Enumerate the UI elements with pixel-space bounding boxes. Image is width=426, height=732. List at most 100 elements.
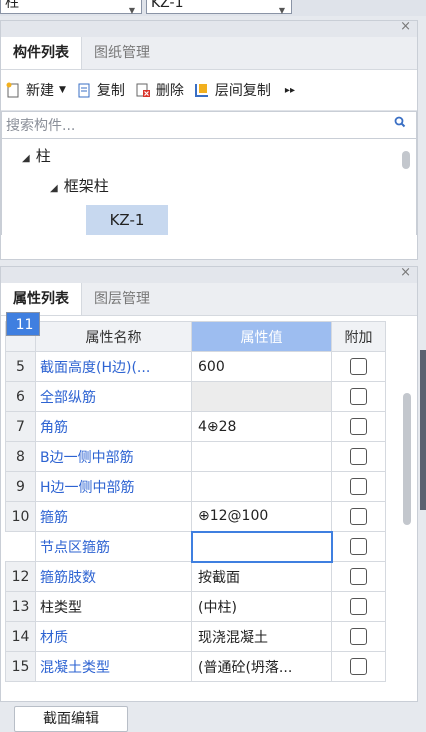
search-icon[interactable] [394, 116, 406, 130]
property-name: 箍筋肢数 [35, 561, 192, 592]
close-icon[interactable]: × [400, 265, 411, 280]
property-value[interactable]: 现浇混凝土 [191, 621, 332, 652]
toolbar-overflow-button[interactable]: ▸▸ [285, 85, 295, 96]
chevron-down-icon: ▼ [59, 85, 66, 95]
property-scrollbar[interactable] [403, 393, 411, 525]
extra-checkbox[interactable] [350, 358, 367, 375]
property-table-header: 属性名称 属性值 附加 [5, 321, 386, 352]
row-index: 14 [5, 621, 36, 652]
extra-cell [331, 531, 386, 562]
property-value[interactable] [190, 530, 333, 563]
copy-button[interactable]: 复制 [76, 80, 125, 100]
property-name: 混凝土类型 [35, 651, 192, 682]
copy-button-label: 复制 [96, 83, 125, 99]
property-value[interactable] [191, 441, 332, 472]
property-value[interactable]: (中柱) [191, 591, 332, 622]
search-input[interactable]: 搜索构件... [1, 111, 417, 139]
extra-checkbox[interactable] [350, 448, 367, 465]
extra-checkbox[interactable] [350, 508, 367, 525]
header-property-name[interactable]: 属性名称 [35, 321, 192, 352]
table-row[interactable]: 9 H边一侧中部筋 [5, 471, 386, 502]
property-name: 材质 [35, 621, 192, 652]
extra-checkbox[interactable] [350, 478, 367, 495]
property-value[interactable] [191, 471, 332, 502]
extra-checkbox[interactable] [350, 628, 367, 645]
property-value[interactable]: (普通砼(坍落... [191, 651, 332, 682]
category-select[interactable]: 柱 ▼ [0, 0, 142, 15]
row-index: 12 [5, 561, 36, 592]
chevron-down-icon: ▼ [128, 6, 135, 15]
expand-triangle-icon[interactable]: ◢ [50, 183, 58, 194]
property-name: 柱类型 [35, 591, 192, 622]
table-row[interactable]: 12 箍筋肢数 按截面 [5, 561, 386, 592]
property-name: 截面高度(H边)(... [35, 351, 192, 382]
search-placeholder: 搜索构件... [6, 118, 76, 134]
tree-scrollbar[interactable] [402, 151, 410, 169]
tab-component-list[interactable]: 构件列表 [1, 37, 82, 69]
component-select-value: KZ-1 [151, 0, 184, 11]
table-row[interactable]: 14 材质 现浇混凝土 [5, 621, 386, 652]
expand-triangle-icon[interactable]: ◢ [22, 153, 30, 164]
table-row[interactable]: 10 箍筋 ⊕12@100 [5, 501, 386, 532]
property-list-panel: × 属性列表 图层管理 属性名称 属性值 附加 5 截面高度(H边)(... 600… [0, 265, 418, 702]
category-select-value: 柱 [5, 0, 19, 11]
table-row[interactable]: 11 节点区箍筋 [5, 311, 386, 563]
extra-cell [331, 651, 386, 682]
extra-checkbox[interactable] [350, 418, 367, 435]
row-index: 6 [5, 381, 36, 412]
header-property-value[interactable]: 属性值 [191, 321, 332, 352]
property-value[interactable]: 600 [191, 351, 332, 382]
section-edit-button[interactable]: 截面编辑 [14, 706, 128, 732]
property-name: 全部纵筋 [35, 381, 192, 412]
property-name: 角筋 [35, 411, 192, 442]
floor-copy-button[interactable]: 层间复制 [194, 80, 271, 100]
extra-cell [331, 351, 386, 382]
property-name: 节点区箍筋 [35, 531, 192, 562]
tree-node-frame-column[interactable]: ◢ 框架柱 [50, 175, 109, 196]
extra-cell [331, 381, 386, 412]
delete-button[interactable]: 删除 [135, 80, 184, 100]
row-index: 7 [5, 411, 36, 442]
row-index: 11 [5, 311, 40, 336]
property-value[interactable]: ⊕12@100 [191, 501, 332, 532]
row-index: 8 [5, 441, 36, 472]
extra-cell [331, 591, 386, 622]
property-value[interactable]: 4⊕28 [191, 411, 332, 442]
new-button[interactable]: 新建 ▼ [5, 80, 66, 100]
table-row[interactable]: 13 柱类型 (中柱) [5, 591, 386, 622]
property-value[interactable] [191, 381, 332, 412]
new-button-label: 新建 [26, 83, 54, 99]
table-row[interactable]: 8 B边一侧中部筋 [5, 441, 386, 472]
table-row[interactable]: 6 全部纵筋 [5, 381, 386, 412]
extra-cell [331, 621, 386, 652]
tree-node-kz1[interactable]: KZ-1 [86, 205, 168, 235]
tree-node-column-label: 柱 [35, 147, 51, 165]
extra-checkbox[interactable] [350, 658, 367, 675]
delete-icon [136, 83, 150, 97]
table-row[interactable]: 7 角筋 4⊕28 [5, 411, 386, 442]
tab-drawing-management[interactable]: 图纸管理 [82, 37, 162, 69]
component-select[interactable]: KZ-1 ▼ [146, 0, 292, 15]
table-row[interactable]: 15 混凝土类型 (普通砼(坍落... [5, 651, 386, 682]
tab-property-list[interactable]: 属性列表 [1, 283, 82, 315]
table-row[interactable]: 5 截面高度(H边)(... 600 [5, 351, 386, 382]
property-name: B边一侧中部筋 [35, 441, 192, 472]
property-value[interactable]: 按截面 [191, 561, 332, 592]
copy-icon [78, 83, 90, 98]
extra-cell [331, 561, 386, 592]
extra-checkbox[interactable] [350, 568, 367, 585]
row-index: 13 [5, 591, 36, 622]
extra-checkbox[interactable] [350, 598, 367, 615]
side-panel-handle[interactable] [420, 350, 426, 510]
header-extra[interactable]: 附加 [331, 321, 386, 352]
close-icon[interactable]: × [400, 19, 411, 34]
delete-button-label: 删除 [155, 83, 184, 99]
tree-node-column[interactable]: ◢ 柱 [22, 145, 51, 166]
extra-checkbox[interactable] [350, 388, 367, 405]
tab-layer-management[interactable]: 图层管理 [82, 283, 162, 315]
panel-titlebar: × [1, 19, 417, 37]
top-selector-strip: 柱 ▼ KZ-1 ▼ [0, 0, 426, 16]
extra-checkbox[interactable] [350, 538, 368, 555]
component-tabs: 构件列表 图纸管理 [1, 37, 417, 70]
property-name: 箍筋 [35, 501, 192, 532]
